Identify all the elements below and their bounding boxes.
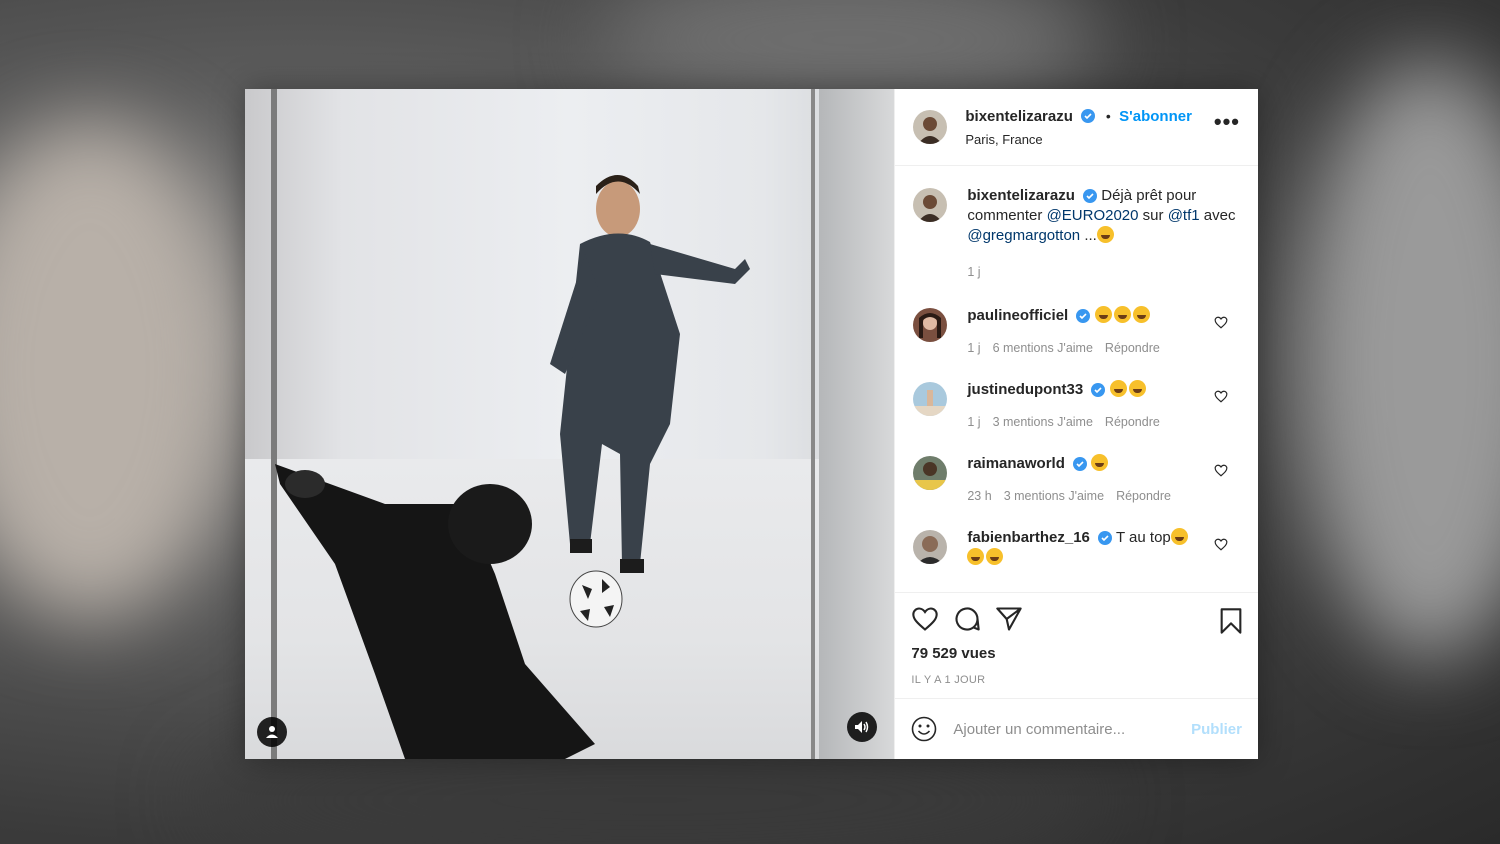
post-actions: 79 529 vues IL Y A 1 JOUR: [895, 592, 1258, 698]
comment-username[interactable]: paulineofficiel: [967, 307, 1068, 324]
heart-icon[interactable]: [1214, 316, 1228, 329]
comment-item: justinedupont33 1 j 3 mentions J'aime Répo…: [913, 380, 1240, 432]
heart-icon[interactable]: [911, 606, 939, 632]
caption-text: ...: [1080, 227, 1097, 244]
verified-badge-icon: [1091, 383, 1106, 398]
heart-icon[interactable]: [1214, 390, 1228, 403]
comment-time[interactable]: 1 j: [967, 415, 980, 429]
commenter-avatar[interactable]: [913, 308, 948, 342]
studio-backdrop-stand: [811, 89, 815, 759]
caption: bixentelizarazu Déjà prêt pour commenter…: [913, 186, 1240, 282]
comment-text: T au top: [1115, 529, 1171, 546]
comment-item: paulineofficiel 1 j 6 mentions J'aime Répo…: [913, 306, 1240, 358]
caption-text: avec: [1199, 207, 1236, 224]
view-count[interactable]: 79 529 vues: [911, 645, 1242, 662]
comment-time[interactable]: 1 j: [967, 341, 980, 355]
comment-username[interactable]: raimanaworld: [967, 455, 1065, 472]
mention-link[interactable]: @gregmargotton: [967, 227, 1080, 244]
verified-badge-icon: [1098, 531, 1113, 546]
caption-text: sur: [1138, 207, 1168, 224]
post-timestamp[interactable]: IL Y A 1 JOUR: [911, 674, 1242, 686]
author-avatar[interactable]: [913, 110, 948, 144]
caption-time[interactable]: 1 j: [967, 265, 980, 279]
comment-likes[interactable]: 3 mentions J'aime: [993, 415, 1093, 429]
more-options-button[interactable]: •••: [1214, 109, 1240, 135]
instagram-post-modal: bixentelizarazu • S'abonner Paris, Franc…: [245, 89, 1258, 759]
commenter-avatar[interactable]: [913, 456, 948, 490]
football: [569, 570, 623, 628]
comment-input[interactable]: Ajouter un commentaire...: [953, 721, 1191, 738]
reply-button[interactable]: Répondre: [1105, 415, 1160, 429]
laughing-emoji-icon: [1128, 380, 1146, 397]
comment-username[interactable]: fabienbarthez_16: [967, 529, 1090, 546]
comment-bubble-icon[interactable]: [953, 605, 981, 633]
author-username[interactable]: bixentelizarazu: [965, 108, 1073, 125]
comment-likes[interactable]: 6 mentions J'aime: [993, 341, 1093, 355]
heart-icon[interactable]: [1214, 538, 1228, 551]
comments-list[interactable]: bixentelizarazu Déjà prêt pour commenter…: [895, 166, 1258, 592]
post-header: bixentelizarazu • S'abonner Paris, Franc…: [895, 89, 1258, 166]
caption-avatar[interactable]: [913, 188, 948, 222]
paper-plane-icon[interactable]: [995, 606, 1023, 632]
comment-composer: Ajouter un commentaire... Publier: [895, 698, 1258, 759]
laughing-emoji-icon: [1113, 306, 1131, 323]
laughing-emoji-icon: [1170, 528, 1188, 545]
post-location[interactable]: Paris, France: [965, 132, 1214, 147]
reply-button[interactable]: Répondre: [1105, 341, 1160, 355]
smiling-emoji-icon: [967, 548, 985, 565]
mention-link[interactable]: @EURO2020: [1047, 207, 1139, 224]
comment-time[interactable]: 23 h: [967, 489, 991, 503]
smiley-icon[interactable]: [911, 716, 937, 742]
comment-item: raimanaworld 23 h 3 mentions J'aime Répond…: [913, 454, 1240, 506]
laughing-emoji-icon: [1091, 454, 1109, 471]
commenter-avatar[interactable]: [913, 530, 948, 564]
post-video[interactable]: [245, 89, 895, 759]
verified-badge-icon: [1073, 457, 1088, 472]
comment-username[interactable]: justinedupont33: [967, 381, 1083, 398]
follow-button[interactable]: S'abonner: [1119, 108, 1192, 125]
emoji-icon: [1096, 226, 1114, 243]
bookmark-icon[interactable]: [1218, 607, 1244, 635]
laughing-emoji-icon: [1094, 306, 1112, 323]
studio-wall: [819, 89, 895, 759]
laughing-emoji-icon: [1109, 380, 1127, 397]
commenter-avatar[interactable]: [913, 382, 948, 416]
publish-button[interactable]: Publier: [1191, 721, 1242, 738]
comment-item: fabienbarthez_16 T au top: [913, 528, 1240, 568]
mention-link[interactable]: @tf1: [1168, 207, 1200, 224]
comment-likes[interactable]: 3 mentions J'aime: [1004, 489, 1104, 503]
laughing-emoji-icon: [1132, 306, 1150, 323]
tagged-users-button[interactable]: [257, 717, 287, 747]
verified-badge-icon: [1076, 309, 1091, 324]
user-tag-icon: [266, 726, 278, 738]
caption-username[interactable]: bixentelizarazu: [967, 187, 1075, 204]
verified-badge-icon: [1083, 189, 1098, 204]
verified-badge-icon: [1081, 109, 1096, 124]
speaker-icon: [855, 721, 869, 733]
heart-icon[interactable]: [1214, 464, 1228, 477]
separator-dot: •: [1105, 107, 1111, 124]
reply-button[interactable]: Répondre: [1116, 489, 1171, 503]
kneeling-man-figure: [275, 464, 595, 759]
kiss-emoji-icon: [986, 548, 1004, 565]
post-sidebar: bixentelizarazu • S'abonner Paris, Franc…: [894, 89, 1258, 759]
